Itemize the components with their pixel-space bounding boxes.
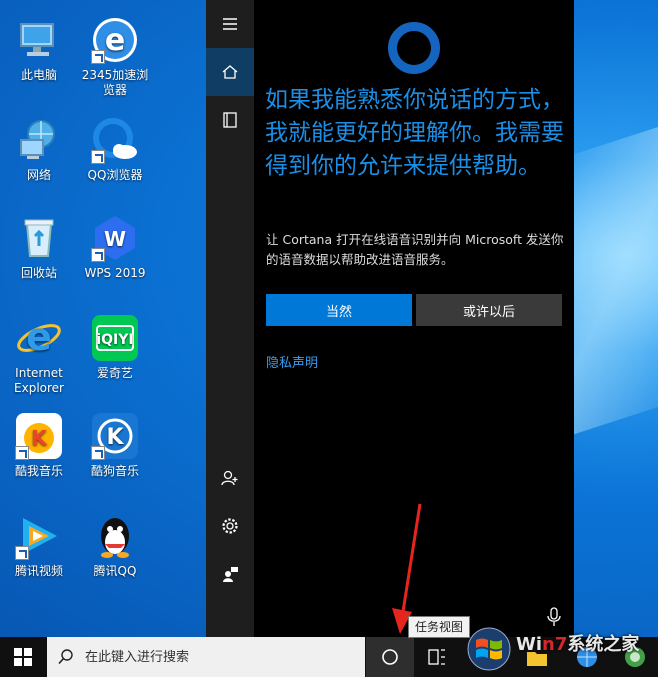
- cortana-headline: 如果我能熟悉你说话的方式，我就能更好的理解你。我需要得到你的允许来提供帮助。: [265, 87, 564, 179]
- kugou-icon: K: [91, 412, 139, 460]
- task-view-tooltip: 任务视图: [408, 616, 471, 638]
- desktop-icon-label: 此电脑: [20, 68, 57, 82]
- cortana-button[interactable]: [366, 637, 414, 677]
- privacy-statement-link[interactable]: 隐私声明: [266, 352, 318, 371]
- sidebar-item-settings[interactable]: [206, 502, 254, 550]
- desktop-icon-label: 酷狗音乐: [90, 464, 139, 478]
- desktop-icon-label: 2345加速浏览器: [81, 68, 149, 97]
- desktop-icon-tencent-video[interactable]: 腾讯视频: [0, 512, 78, 579]
- search-input[interactable]: [83, 648, 357, 666]
- cortana-ring-icon: [388, 22, 440, 74]
- feedback-icon: [223, 567, 238, 582]
- desktop-icon-label: 腾讯视频: [14, 564, 63, 578]
- network-icon: [15, 116, 63, 164]
- desktop-icon-ie[interactable]: e Internet Explorer: [0, 314, 78, 396]
- task-view-icon: [428, 649, 445, 665]
- desktop-icon-qq-browser[interactable]: QQ浏览器: [76, 116, 154, 183]
- iqiyi-icon: iQIYI: [91, 314, 139, 362]
- cortana-sidebar: [206, 0, 254, 637]
- svg-text:K: K: [106, 425, 124, 450]
- windows-logo-icon: [14, 648, 32, 666]
- taskbar-search-box[interactable]: [47, 637, 365, 677]
- svg-text:W: W: [104, 227, 126, 251]
- desktop-icon-wps[interactable]: W WPS 2019: [76, 214, 154, 281]
- sidebar-item-account[interactable]: [206, 454, 254, 502]
- sidebar-item-feedback[interactable]: [206, 550, 254, 598]
- kuwo-icon: K: [15, 412, 63, 460]
- desktop-icon-this-pc[interactable]: 此电脑: [0, 16, 78, 83]
- desktop-icon-kuwo[interactable]: K 酷我音乐: [0, 412, 78, 479]
- wps-icon: W: [91, 214, 139, 262]
- notebook-icon: [223, 112, 237, 128]
- svg-text:e: e: [105, 23, 125, 58]
- desktop-icon-label: Internet Explorer: [14, 366, 64, 395]
- cortana-circle-icon: [382, 649, 398, 665]
- tencent-video-icon: [15, 512, 63, 560]
- qq-icon: [91, 512, 139, 560]
- desktop-icon-label: 爱奇艺: [96, 366, 133, 380]
- svg-text:e: e: [26, 315, 52, 359]
- search-icon: [58, 649, 73, 665]
- desktop-icon-kugou[interactable]: K 酷狗音乐: [76, 412, 154, 479]
- sidebar-item-notebook[interactable]: [206, 96, 254, 144]
- desktop-icon-qq[interactable]: 腾讯QQ: [76, 512, 154, 579]
- watermark: Win7系统之家: [464, 624, 658, 677]
- desktop-icon-label: WPS 2019: [84, 266, 146, 280]
- ie-icon: e: [15, 314, 63, 362]
- qq-browser-icon: [91, 116, 139, 164]
- cortana-description: 让 Cortana 打开在线语音识别并向 Microsoft 发送你的语音数据以…: [266, 232, 564, 267]
- sidebar-item-home[interactable]: [206, 48, 254, 96]
- gear-icon: [222, 518, 238, 534]
- svg-text:K: K: [31, 426, 48, 450]
- hamburger-menu-button[interactable]: [206, 0, 254, 48]
- recycle-bin-icon: [15, 214, 63, 262]
- browser-2345-icon: e: [91, 16, 139, 64]
- desktop-icon-recycle-bin[interactable]: 回收站: [0, 214, 78, 281]
- desktop-icon-label: QQ浏览器: [87, 168, 143, 182]
- desktop-icon-2345-browser[interactable]: e 2345加速浏览器: [76, 16, 154, 98]
- desktop-icon-label: 酷我音乐: [14, 464, 63, 478]
- maybe-later-button[interactable]: 或许以后: [416, 294, 562, 326]
- task-view-button[interactable]: [414, 637, 460, 677]
- watermark-text: Win7系统之家: [516, 634, 640, 655]
- desktop-icon-iqiyi[interactable]: iQIYI 爱奇艺: [76, 314, 154, 381]
- win7-logo-icon: [467, 627, 511, 671]
- desktop-icon-network[interactable]: 网络: [0, 116, 78, 183]
- computer-icon: [15, 16, 63, 64]
- hamburger-icon: [223, 18, 237, 30]
- svg-text:iQIYI: iQIYI: [96, 332, 133, 348]
- start-button[interactable]: [0, 637, 46, 677]
- desktop-icon-label: 网络: [26, 168, 51, 182]
- desktop-icon-label: 腾讯QQ: [93, 564, 137, 578]
- home-icon: [222, 65, 238, 79]
- accept-button[interactable]: 当然: [266, 294, 412, 326]
- desktop-icon-label: 回收站: [20, 266, 57, 280]
- add-person-icon: [221, 470, 238, 486]
